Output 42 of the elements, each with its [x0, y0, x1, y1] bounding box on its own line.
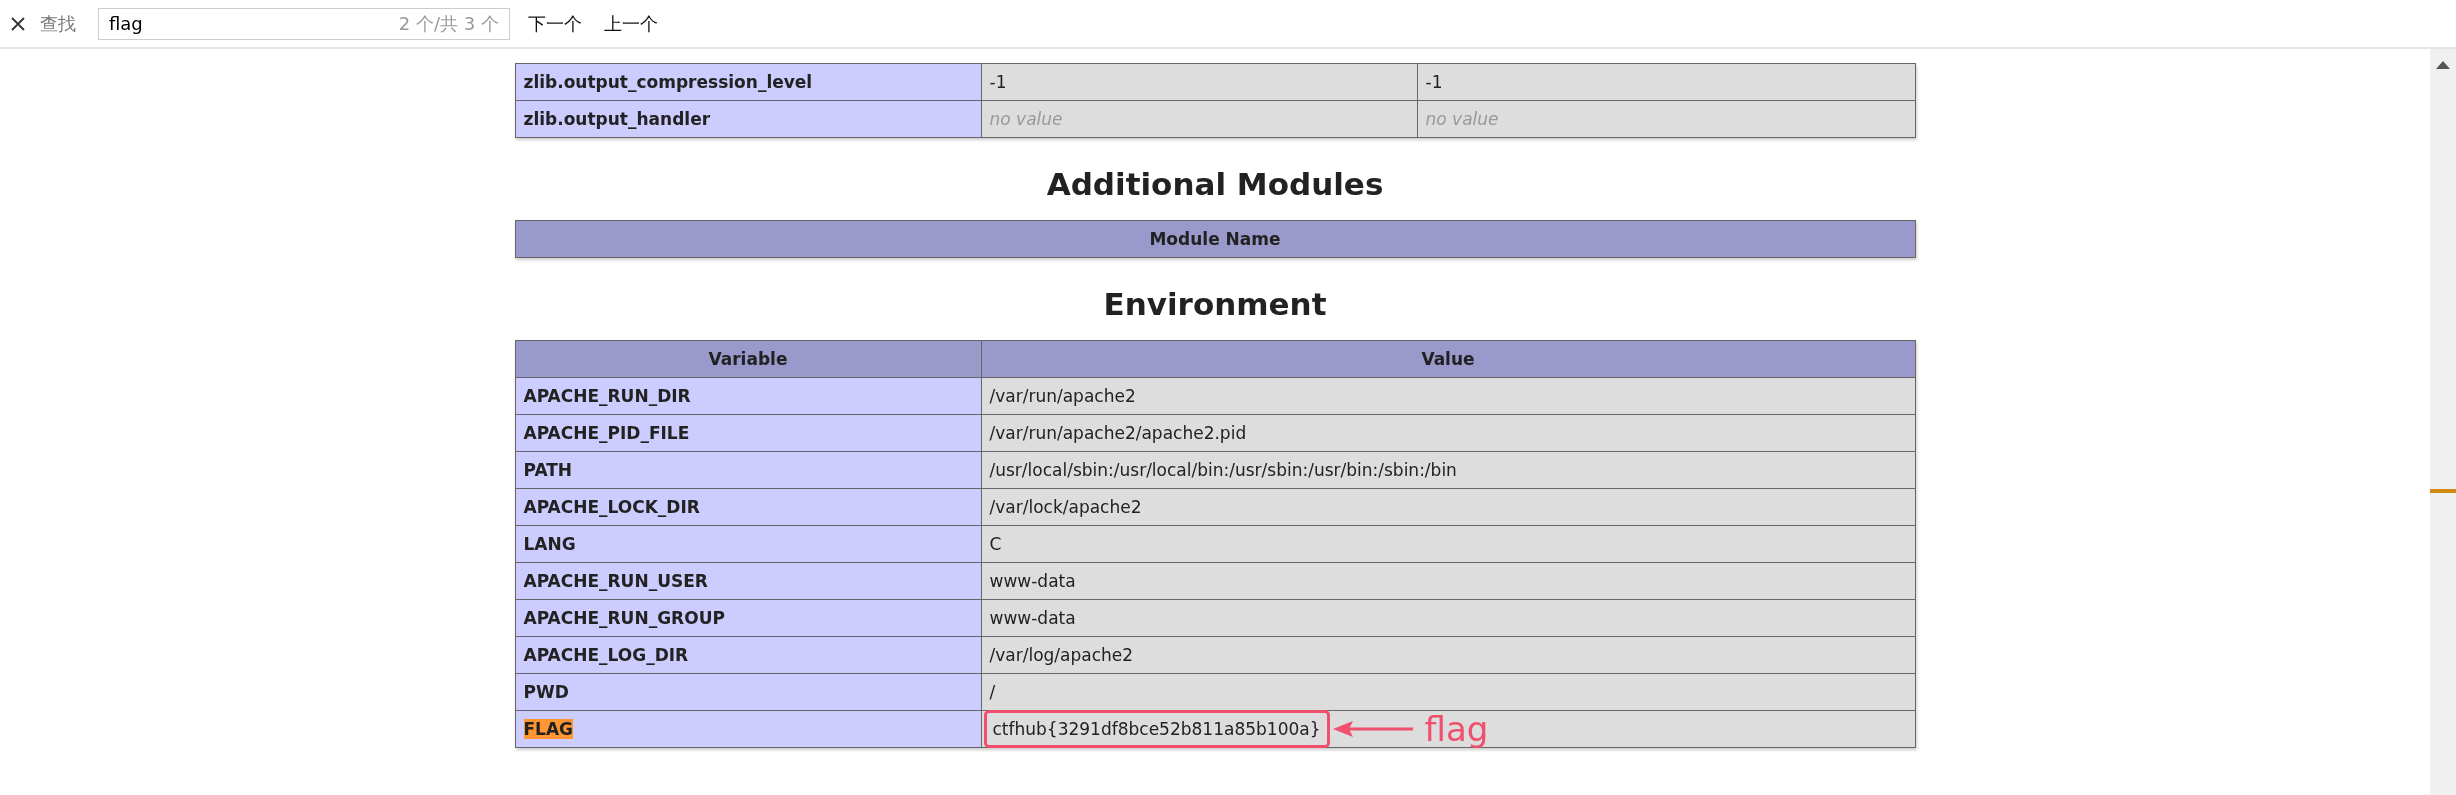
match-count: 2 个/共 3 个	[398, 11, 499, 36]
flag-value: ctfhub{3291df8bce52b811a85b100a}	[992, 719, 1321, 739]
previous-button[interactable]: 上一个	[600, 11, 662, 36]
table-cell: /var/run/apache2	[981, 378, 1916, 415]
arrow-icon	[1332, 720, 1413, 738]
column-header: Value	[981, 341, 1916, 378]
table-cell: www-data	[981, 563, 1916, 600]
table-cell: APACHE_RUN_USER	[515, 563, 982, 600]
close-icon[interactable]	[10, 15, 26, 32]
table-cell: LANG	[515, 526, 982, 563]
table-cell: C	[981, 526, 1916, 563]
table-cell: /usr/local/sbin:/usr/local/bin:/usr/sbin:/usr/bin:/sbin:/bin	[981, 452, 1916, 489]
table-cell: zlib.output_handler	[515, 101, 982, 138]
table-cell: /var/run/apache2/apache2.pid	[981, 415, 1916, 452]
find-label: 查找	[40, 11, 76, 36]
table-cell: APACHE_RUN_GROUP	[515, 600, 982, 637]
section-heading: Additional Modules	[1046, 166, 1384, 202]
table-cell: PATH	[515, 452, 982, 489]
table-cell: APACHE_PID_FILE	[515, 415, 982, 452]
table-cell: /var/log/apache2	[981, 637, 1916, 674]
column-header: Variable	[515, 341, 982, 378]
annotation-label: flag	[1424, 709, 1489, 749]
search-box[interactable]: flag 2 个/共 3 个	[98, 7, 510, 40]
table-cell: -1	[981, 64, 1418, 101]
scrollbar[interactable]	[2430, 49, 2456, 795]
table-cell: zlib.output_compression_level	[515, 64, 982, 101]
column-header: Module Name	[515, 221, 1916, 258]
table-cell: /	[981, 674, 1916, 711]
table-cell: APACHE_RUN_DIR	[515, 378, 982, 415]
section-heading: Environment	[1103, 286, 1327, 322]
table-cell: www-data	[981, 600, 1916, 637]
table-cell: /var/lock/apache2	[981, 489, 1916, 526]
table-cell: no value	[981, 101, 1418, 138]
table-cell: PWD	[515, 674, 982, 711]
table-cell: APACHE_LOG_DIR	[515, 637, 982, 674]
next-button[interactable]: 下一个	[524, 11, 586, 36]
table-cell: -1	[1417, 64, 1916, 101]
search-match: FLAG	[523, 719, 574, 739]
table-cell: no value	[1417, 101, 1916, 138]
scroll-up-icon[interactable]	[2436, 61, 2450, 69]
search-marker-icon	[2430, 489, 2456, 493]
table-cell: APACHE_LOCK_DIR	[515, 489, 982, 526]
